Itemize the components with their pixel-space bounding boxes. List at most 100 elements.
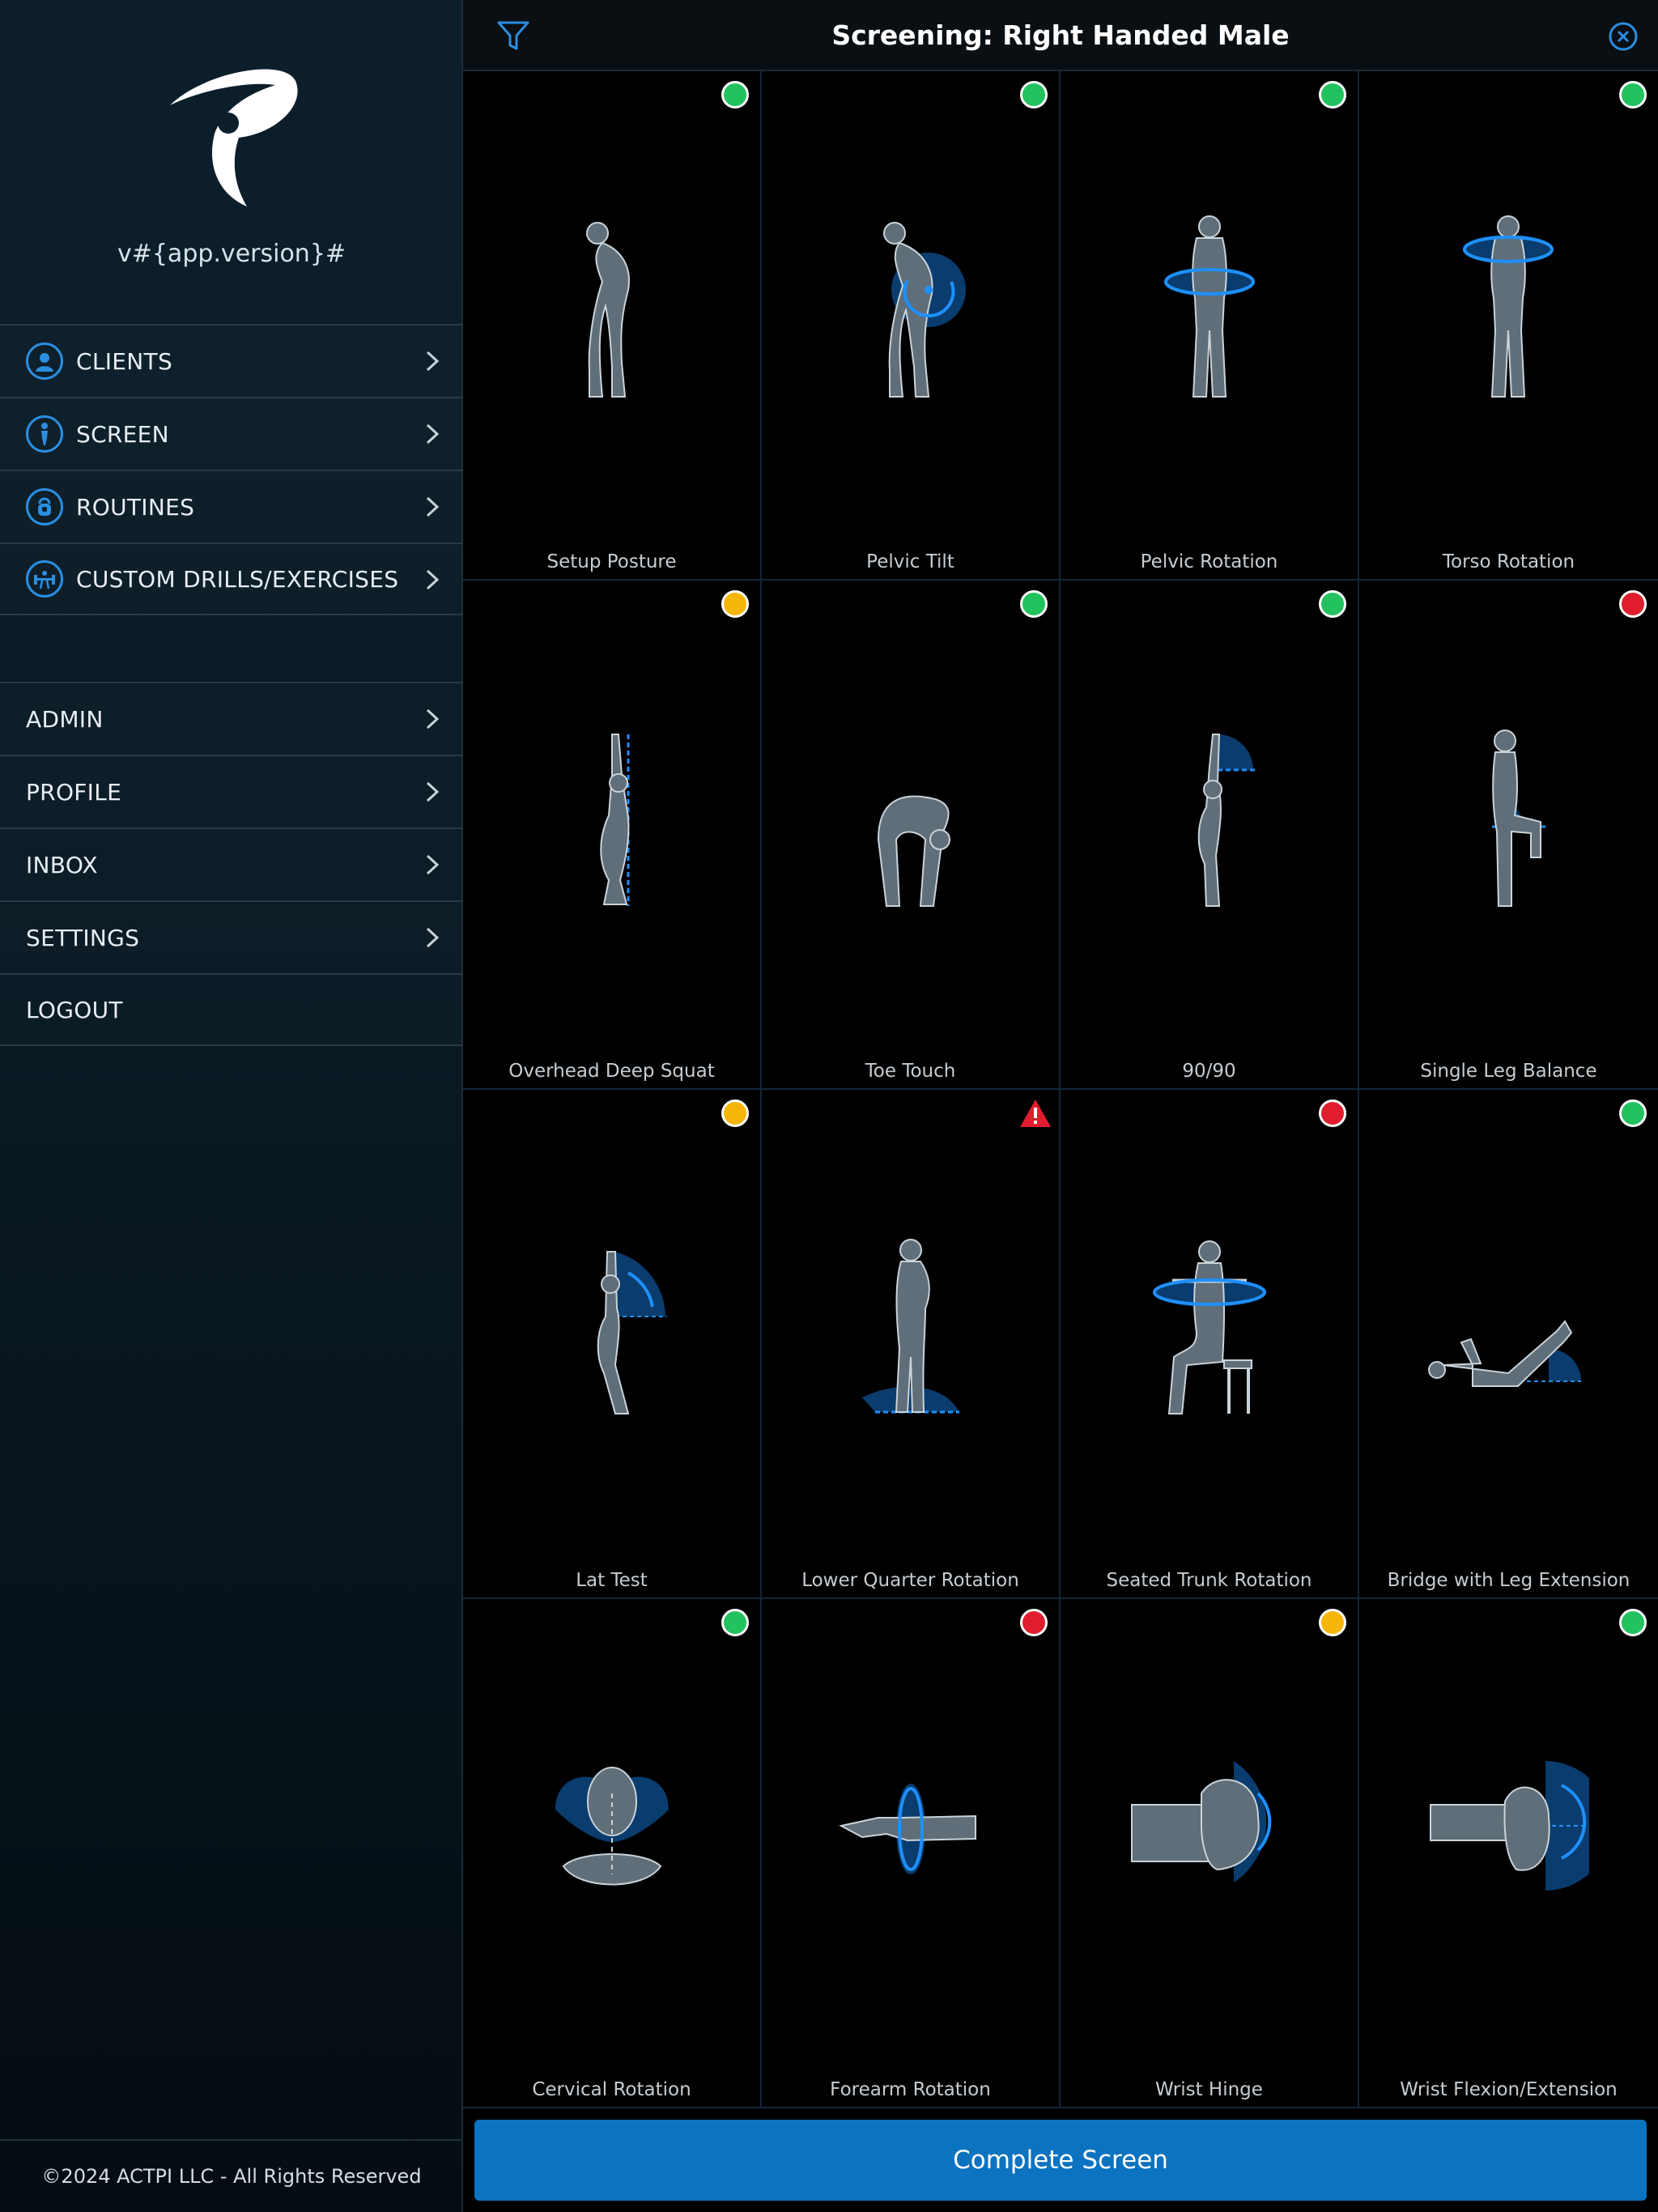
sidebar-item-label: CUSTOM DRILLS/EXERCISES bbox=[76, 565, 399, 593]
test-card-setup-posture[interactable]: Setup Posture bbox=[463, 71, 762, 581]
ninety-ninety-figure-icon bbox=[1197, 734, 1255, 907]
status-indicator bbox=[1020, 590, 1048, 618]
test-card-seated-trunk-rotation[interactable]: Seated Trunk Rotation bbox=[1061, 1090, 1359, 1599]
user-icon bbox=[26, 342, 63, 380]
status-indicator bbox=[721, 81, 749, 108]
secondary-menu: ADMIN PROFILE INBOX SETTINGS LOGOUT bbox=[0, 682, 463, 1046]
dumbbell-icon bbox=[26, 560, 63, 598]
test-card-pelvic-tilt[interactable]: Pelvic Tilt bbox=[762, 71, 1061, 581]
single-leg-balance-figure-icon bbox=[1492, 730, 1549, 907]
status-indicator bbox=[1619, 1100, 1647, 1127]
screening-header: Screening: Right Handed Male bbox=[463, 0, 1658, 71]
test-card-torso-rotation[interactable]: Torso Rotation bbox=[1359, 71, 1658, 581]
seated-trunk-rotation-figure-icon bbox=[1153, 1240, 1266, 1414]
test-label: Torso Rotation bbox=[1442, 551, 1575, 572]
sidebar-item-routines[interactable]: ROUTINES bbox=[0, 470, 463, 542]
test-label: Lat Test bbox=[576, 1570, 648, 1591]
status-indicator bbox=[1619, 1609, 1647, 1636]
pelvic-rotation-figure-icon bbox=[1164, 215, 1255, 398]
status-indicator bbox=[1319, 81, 1346, 108]
main-panel: Screening: Right Handed Male Setup Postu… bbox=[463, 0, 1658, 2212]
sidebar-item-custom-drills[interactable]: CUSTOM DRILLS/EXERCISES bbox=[0, 542, 463, 615]
overhead-deep-squat-figure-icon bbox=[600, 734, 630, 906]
test-card-overhead-deep-squat[interactable]: Overhead Deep Squat bbox=[463, 581, 762, 1090]
pelvic-tilt-figure-icon bbox=[883, 222, 966, 398]
test-label: Pelvic Rotation bbox=[1140, 551, 1278, 572]
test-label: Setup Posture bbox=[546, 551, 677, 572]
forearm-rotation-figure-icon bbox=[839, 1784, 976, 1874]
cervical-rotation-figure-icon bbox=[555, 1767, 669, 1886]
status-indicator bbox=[721, 590, 749, 618]
chevron-right-icon bbox=[426, 927, 440, 948]
setup-posture-figure-icon bbox=[586, 222, 630, 398]
wrist-hinge-figure-icon bbox=[1131, 1761, 1272, 1882]
test-label: Pelvic Tilt bbox=[866, 551, 954, 572]
warning-icon bbox=[1020, 1100, 1051, 1127]
chevron-right-icon bbox=[426, 854, 440, 875]
chevron-right-icon bbox=[426, 496, 440, 517]
status-indicator bbox=[1319, 1609, 1346, 1636]
chevron-right-icon bbox=[426, 781, 440, 802]
test-label: Overhead Deep Squat bbox=[508, 1061, 715, 1082]
close-icon[interactable] bbox=[1608, 21, 1639, 52]
test-card-wrist-hinge[interactable]: Wrist Hinge bbox=[1061, 1599, 1359, 2108]
figure-icon bbox=[26, 415, 63, 453]
page-title: Screening: Right Handed Male bbox=[831, 19, 1290, 51]
sidebar-item-label: LOGOUT bbox=[26, 996, 123, 1023]
test-label: Bridge with Leg Extension bbox=[1387, 1570, 1630, 1591]
status-indicator bbox=[1619, 590, 1647, 618]
status-indicator bbox=[721, 1609, 749, 1636]
test-label: Cervical Rotation bbox=[532, 2079, 691, 2100]
test-card-90-90[interactable]: 90/90 bbox=[1061, 581, 1359, 1090]
kettlebell-icon bbox=[26, 488, 63, 525]
test-card-pelvic-rotation[interactable]: Pelvic Rotation bbox=[1061, 71, 1359, 581]
lat-test-figure-icon bbox=[597, 1251, 667, 1414]
sidebar-item-logout[interactable]: LOGOUT bbox=[0, 973, 463, 1046]
sidebar-item-label: SETTINGS bbox=[26, 924, 140, 951]
test-label: 90/90 bbox=[1182, 1061, 1236, 1082]
complete-screen-button[interactable]: Complete Screen bbox=[474, 2120, 1647, 2201]
status-indicator bbox=[1319, 1100, 1346, 1127]
test-label: Wrist Hinge bbox=[1155, 2079, 1263, 2100]
test-label: Single Leg Balance bbox=[1420, 1061, 1597, 1082]
wrist-flexion-figure-icon bbox=[1430, 1761, 1589, 1891]
sidebar-item-clients[interactable]: CLIENTS bbox=[0, 324, 463, 397]
copyright-text: ©2024 ACTPI LLC - All Rights Reserved bbox=[0, 2139, 463, 2212]
test-label: Seated Trunk Rotation bbox=[1106, 1570, 1312, 1591]
lower-quarter-rotation-figure-icon bbox=[862, 1239, 959, 1414]
sidebar-item-label: ROUTINES bbox=[76, 493, 195, 521]
torso-rotation-figure-icon bbox=[1463, 215, 1554, 398]
sidebar-item-label: PROFILE bbox=[26, 778, 122, 806]
test-label: Wrist Flexion/Extension bbox=[1400, 2079, 1618, 2100]
test-card-lat-test[interactable]: Lat Test bbox=[463, 1090, 762, 1599]
test-card-single-leg-balance[interactable]: Single Leg Balance bbox=[1359, 581, 1658, 1090]
primary-menu: CLIENTS SCREEN ROUTINES CUSTOM DRILLS/EX… bbox=[0, 324, 463, 615]
bridge-figure-icon bbox=[1428, 1320, 1581, 1387]
app-version: v#{app.version}# bbox=[117, 240, 346, 268]
sidebar-item-screen[interactable]: SCREEN bbox=[0, 397, 463, 470]
test-card-forearm-rotation[interactable]: Forearm Rotation bbox=[762, 1599, 1061, 2108]
test-card-wrist-flexion-extension[interactable]: Wrist Flexion/Extension bbox=[1359, 1599, 1658, 2108]
sidebar-item-admin[interactable]: ADMIN bbox=[0, 682, 463, 755]
test-card-toe-touch[interactable]: Toe Touch bbox=[762, 581, 1061, 1090]
toe-touch-figure-icon bbox=[877, 795, 950, 907]
status-indicator bbox=[1319, 590, 1346, 618]
sidebar: v#{app.version}# CLIENTS SCREEN ROUTINES bbox=[0, 0, 463, 2212]
sidebar-item-label: CLIENTS bbox=[76, 347, 173, 375]
chevron-right-icon bbox=[426, 569, 440, 590]
test-card-bridge-with-leg-extension[interactable]: Bridge with Leg Extension bbox=[1359, 1090, 1658, 1599]
test-label: Toe Touch bbox=[865, 1061, 956, 1082]
test-grid: Setup Posture Pelvic Tilt Pelvic Rotatio… bbox=[463, 71, 1658, 2108]
test-card-lower-quarter-rotation[interactable]: Lower Quarter Rotation bbox=[762, 1090, 1061, 1599]
sidebar-item-profile[interactable]: PROFILE bbox=[0, 755, 463, 827]
status-indicator bbox=[1020, 81, 1048, 108]
chevron-right-icon bbox=[426, 708, 440, 730]
sidebar-item-settings[interactable]: SETTINGS bbox=[0, 900, 463, 973]
sidebar-item-label: SCREEN bbox=[76, 420, 169, 448]
chevron-right-icon bbox=[426, 351, 440, 372]
sidebar-item-inbox[interactable]: INBOX bbox=[0, 827, 463, 900]
filter-icon[interactable] bbox=[495, 18, 531, 53]
test-label: Forearm Rotation bbox=[830, 2079, 991, 2100]
sidebar-item-label: INBOX bbox=[26, 851, 98, 878]
test-card-cervical-rotation[interactable]: Cervical Rotation bbox=[463, 1599, 762, 2108]
